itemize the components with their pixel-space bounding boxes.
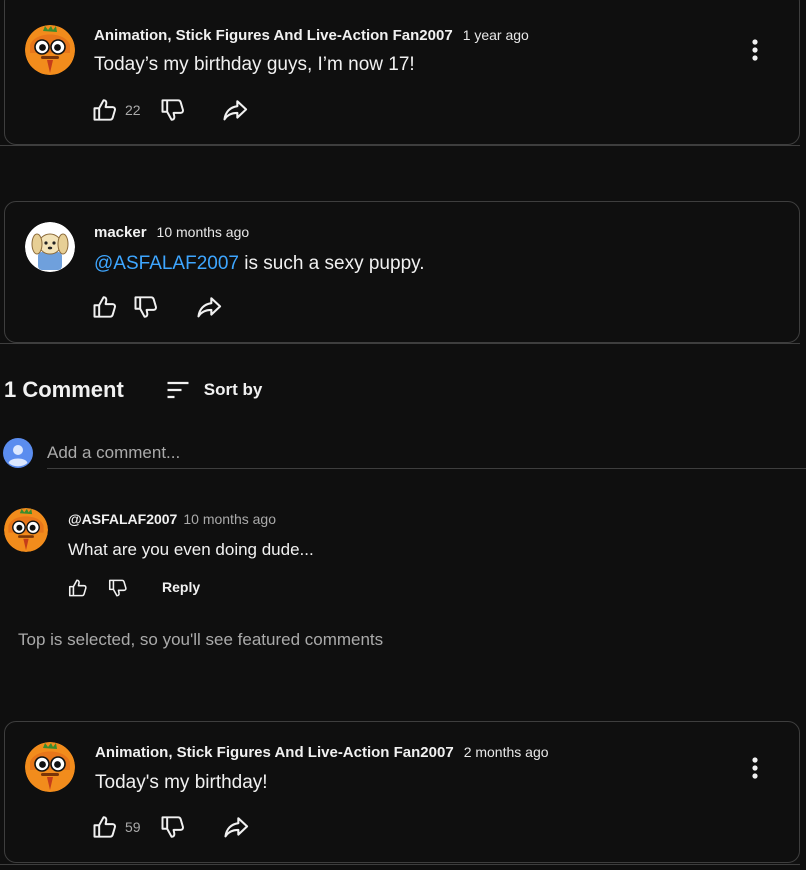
comment-text: What are you even doing dude... (68, 540, 314, 559)
author-avatar[interactable] (25, 25, 75, 75)
share-icon (221, 96, 249, 124)
pumpkin-cartoon-avatar-icon (4, 508, 48, 552)
post-time[interactable]: 1 year ago (463, 27, 529, 43)
comments-header: 1 Comment Sort by (4, 376, 262, 404)
dog-cartoon-avatar-icon (25, 222, 75, 272)
share-button[interactable] (222, 813, 250, 841)
post-card: macker 10 months ago @ASFALAF2007 is suc… (4, 201, 800, 343)
mention-link[interactable]: @ASFALAF2007 (94, 253, 239, 274)
thumbs-down-icon (107, 577, 129, 599)
post-text: Today's my birthday! (95, 772, 268, 793)
reply-button[interactable]: Reply (162, 579, 200, 595)
share-icon (222, 813, 250, 841)
sort-icon (164, 376, 192, 404)
thumbs-up-icon (91, 293, 119, 321)
author-name[interactable]: Animation, Stick Figures And Live-Action… (95, 744, 454, 761)
divider (0, 145, 800, 146)
post-header: macker 10 months ago (94, 224, 249, 241)
share-button[interactable] (195, 293, 223, 321)
post-header: Animation, Stick Figures And Live-Action… (94, 27, 529, 44)
share-icon (195, 293, 223, 321)
pumpkin-cartoon-avatar-icon (25, 742, 75, 792)
thumbs-up-icon (91, 96, 119, 124)
sort-by-label: Sort by (203, 380, 263, 399)
comment-dislike-button[interactable] (107, 577, 129, 599)
comment-count: 1 Comment (4, 377, 124, 402)
like-button[interactable] (91, 293, 119, 321)
author-name[interactable]: macker (94, 224, 147, 241)
post-text: @ASFALAF2007 is such a sexy puppy. (94, 253, 425, 275)
thumbs-down-icon (159, 813, 187, 841)
more-options-button[interactable] (745, 754, 765, 782)
like-count: 59 (125, 819, 141, 835)
add-comment-input[interactable] (47, 437, 806, 469)
thumbs-up-icon (67, 577, 89, 599)
pumpkin-cartoon-avatar-icon (25, 25, 75, 75)
dislike-button[interactable] (132, 293, 160, 321)
like-button[interactable]: 22 (91, 96, 141, 124)
post-card: Animation, Stick Figures And Live-Action… (4, 721, 800, 863)
sort-by-button[interactable]: Sort by (164, 376, 263, 404)
sort-notice: Top is selected, so you'll see featured … (18, 630, 384, 649)
thumbs-down-icon (159, 96, 187, 124)
dislike-button[interactable] (159, 96, 187, 124)
comment-author-avatar[interactable] (4, 508, 48, 552)
more-vert-icon (745, 754, 765, 782)
author-avatar[interactable] (25, 742, 75, 792)
post-time[interactable]: 2 months ago (464, 744, 549, 760)
post-text: Today’s my birthday guys, I’m now 17! (94, 54, 415, 75)
dislike-button[interactable] (159, 813, 187, 841)
author-avatar[interactable] (25, 222, 75, 272)
user-avatar (3, 438, 33, 473)
more-vert-icon (745, 36, 765, 64)
post-header: Animation, Stick Figures And Live-Action… (95, 744, 549, 761)
comment-like-button[interactable] (67, 577, 89, 599)
comment-author[interactable]: @ASFALAF2007 (68, 511, 177, 527)
like-button[interactable]: 59 (91, 813, 141, 841)
like-count: 22 (125, 102, 141, 118)
post-time[interactable]: 10 months ago (157, 224, 250, 240)
more-options-button[interactable] (745, 36, 765, 64)
comment-time[interactable]: 10 months ago (183, 511, 276, 527)
user-avatar-icon (3, 438, 33, 468)
author-name[interactable]: Animation, Stick Figures And Live-Action… (94, 27, 453, 44)
post-card: Animation, Stick Figures And Live-Action… (4, 0, 800, 145)
share-button[interactable] (221, 96, 249, 124)
post-text-body: is such a sexy puppy. (238, 253, 425, 274)
thumbs-down-icon (132, 293, 160, 321)
comment-header: @ASFALAF2007 10 months ago (68, 511, 276, 527)
divider (0, 343, 800, 344)
thumbs-up-icon (91, 813, 119, 841)
divider (0, 864, 800, 865)
